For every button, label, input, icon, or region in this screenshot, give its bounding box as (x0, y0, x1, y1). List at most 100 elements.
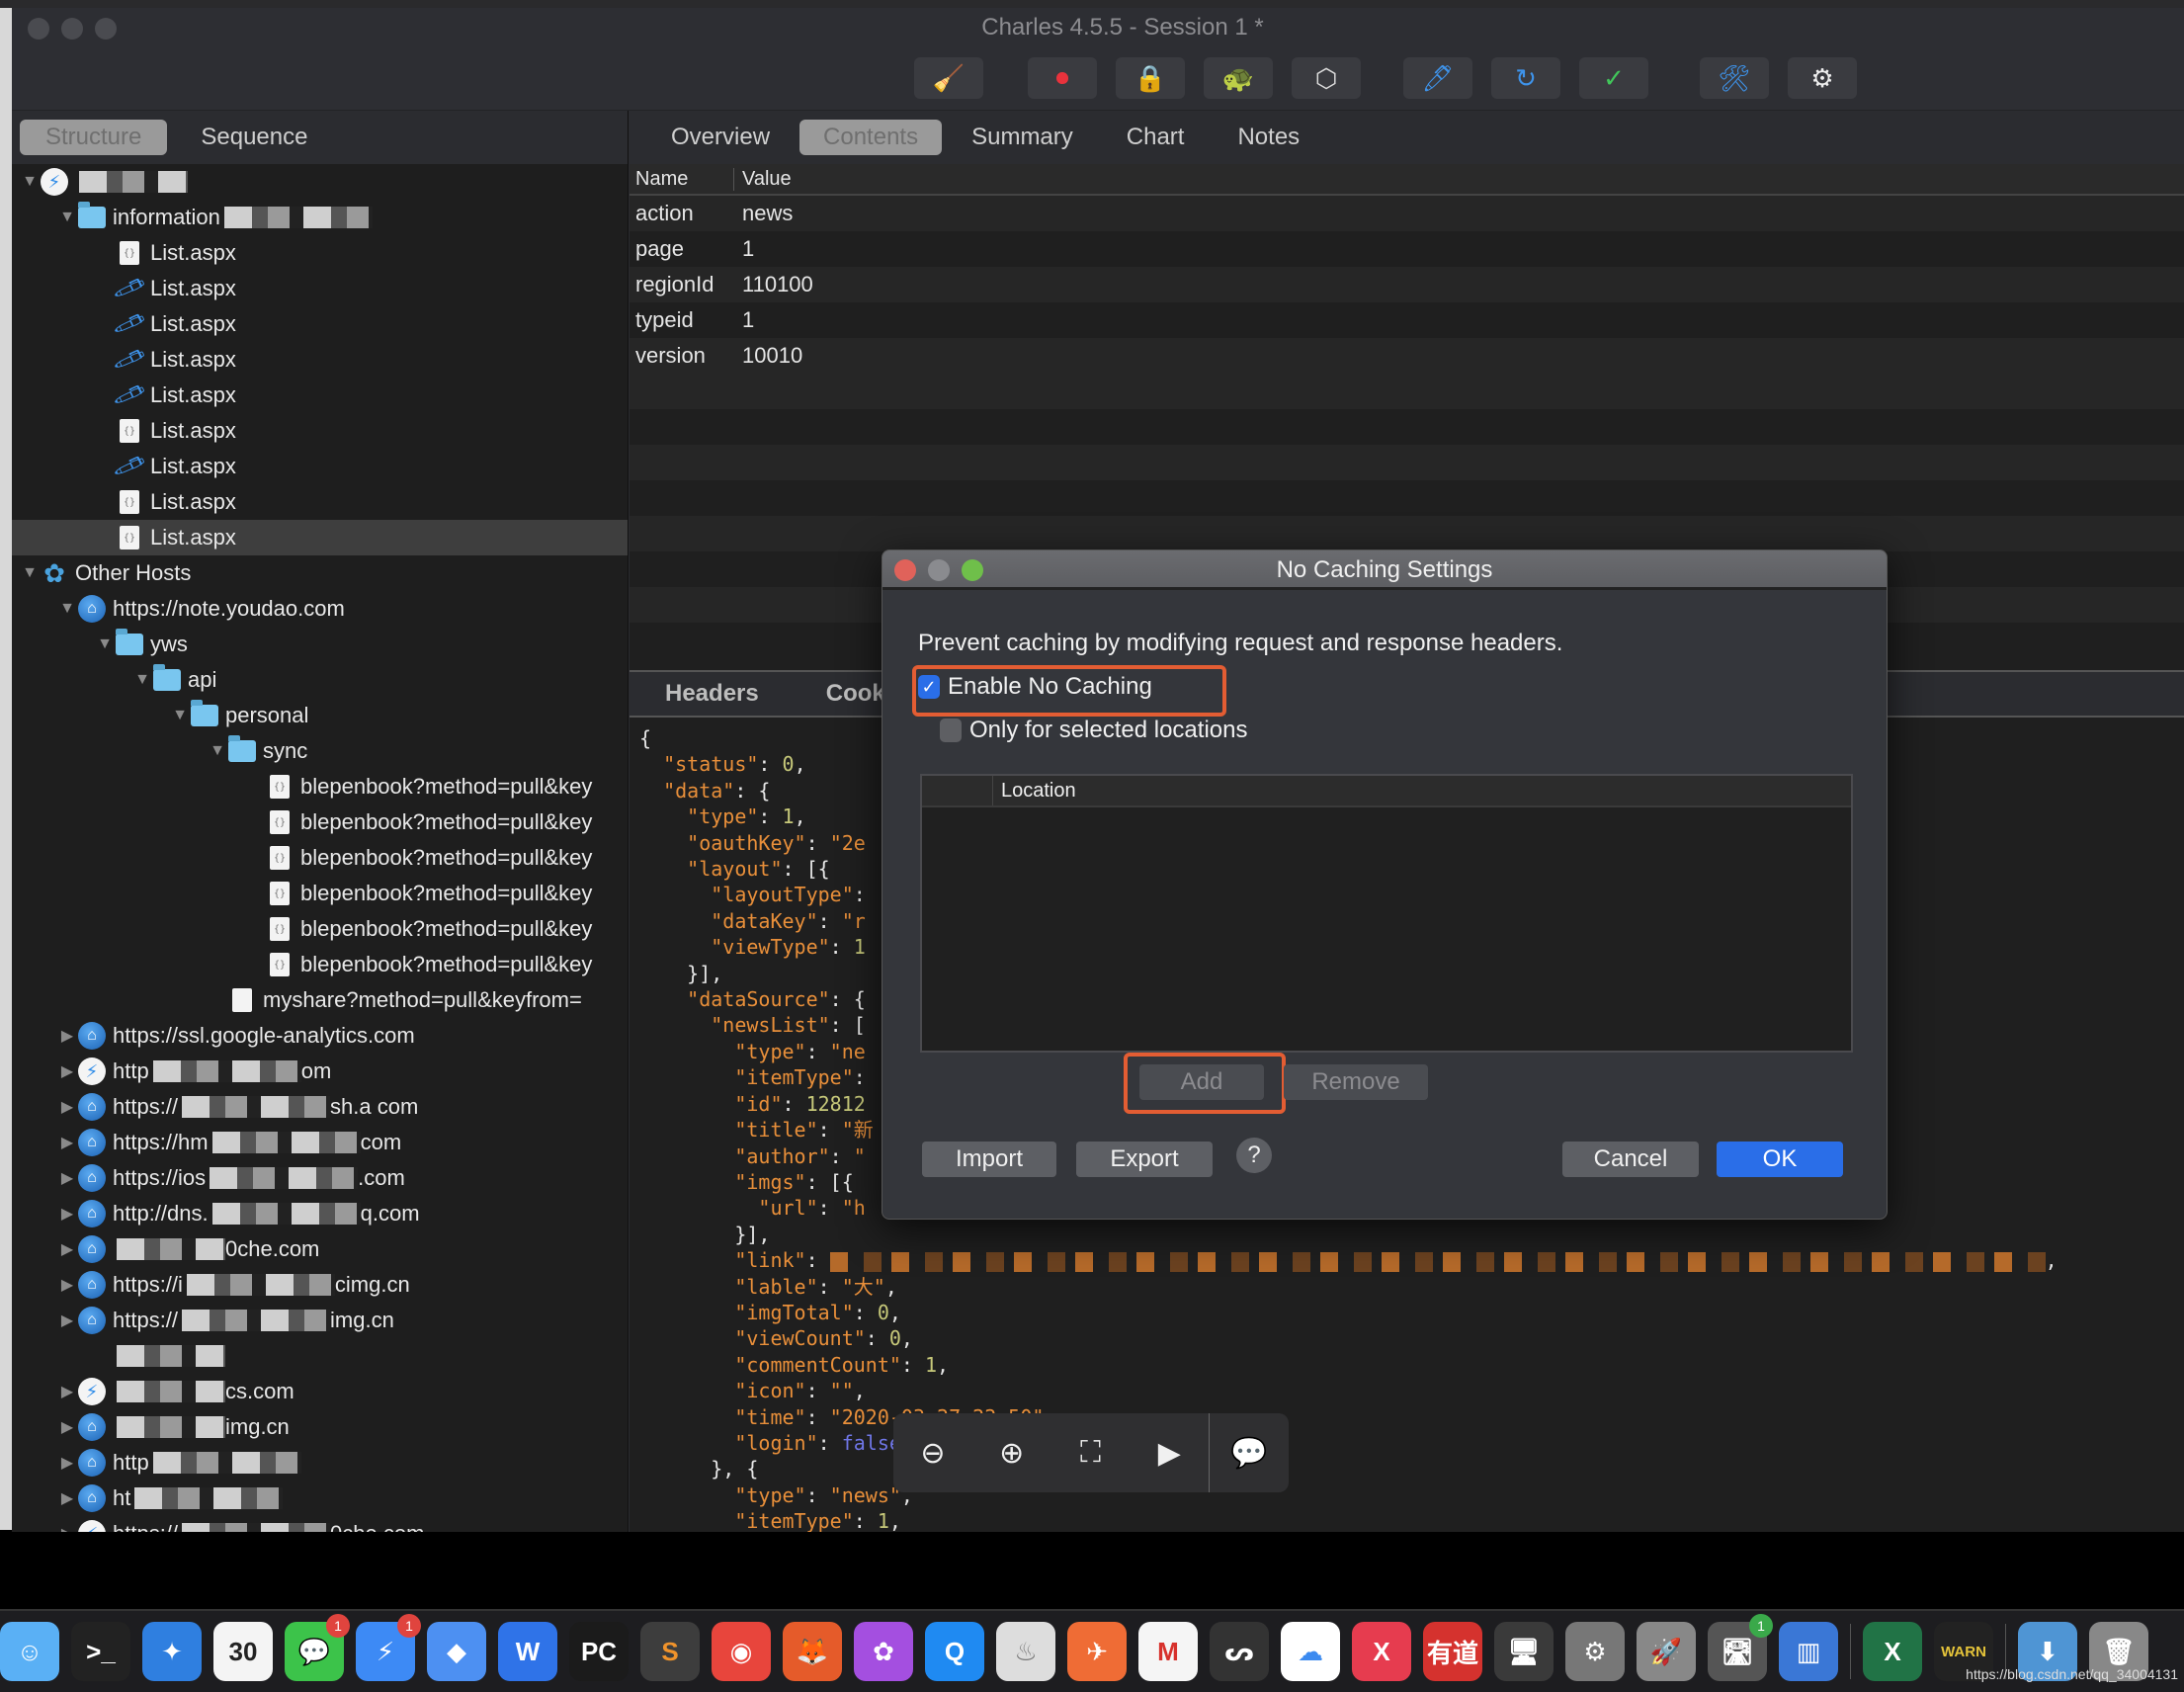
tree-item[interactable]: ▶⚡ https:// 0che.com (12, 1516, 628, 1532)
dock-app-wps[interactable]: W (498, 1622, 557, 1681)
dock-app-excel[interactable]: X (1863, 1622, 1922, 1681)
fullscreen-button[interactable]: ⛶ (1051, 1413, 1131, 1492)
zoom-out-button[interactable]: ⊖ (893, 1413, 972, 1492)
disclosure-open-icon[interactable]: ▼ (95, 635, 115, 653)
enable-no-caching-checkbox[interactable]: ✓ Enable No Caching (918, 673, 1152, 701)
tree-item[interactable]: ▼ api (12, 662, 628, 698)
disclosure-closed-icon[interactable]: ▶ (57, 1382, 77, 1401)
dock-app-launchpad[interactable]: 🚀 (1637, 1622, 1696, 1681)
tree-item[interactable]: ▼ information (12, 200, 628, 235)
dock-app-wechat[interactable]: 💬 1 (285, 1614, 350, 1681)
add-button[interactable]: Add (1139, 1064, 1264, 1100)
presentation-button[interactable]: ▶ (1130, 1413, 1209, 1492)
disclosure-closed-icon[interactable]: ▶ (57, 1168, 77, 1188)
tree-item[interactable]: ▶ ⌂ https://hm com (12, 1125, 628, 1160)
dock-app-postman[interactable]: ✈ (1067, 1622, 1127, 1681)
cancel-button[interactable]: Cancel (1562, 1142, 1699, 1177)
disclosure-closed-icon[interactable]: ▶ (57, 1097, 77, 1117)
zoom-in-button[interactable]: ⊕ (972, 1413, 1051, 1492)
tab-chart[interactable]: Chart (1103, 120, 1209, 155)
tree-item[interactable]: ▶ ⌂ img.cn (12, 1409, 628, 1445)
disclosure-closed-icon[interactable]: ▶ (57, 1061, 77, 1081)
toolbar-button[interactable]: ↻ (1491, 57, 1560, 99)
dock-app-safari[interactable]: ✦ (142, 1622, 202, 1681)
tree-item[interactable]: 🖊 List.aspx (12, 342, 628, 378)
tree-item[interactable]: 🖊 List.aspx (12, 271, 628, 306)
disclosure-open-icon[interactable]: ▼ (208, 742, 227, 760)
comment-button[interactable]: 💬 (1210, 1413, 1289, 1492)
disclosure-closed-icon[interactable]: ▶ (57, 1453, 77, 1473)
import-button[interactable]: Import (922, 1142, 1056, 1177)
tree-item[interactable]: {} blepenbook?method=pull&key (12, 876, 628, 911)
tree-item[interactable]: ▶ ⌂ 0che.com (12, 1231, 628, 1267)
export-button[interactable]: Export (1076, 1142, 1213, 1177)
tree-item[interactable]: ▶ ⌂ https:// sh.a com (12, 1089, 628, 1125)
tree-item[interactable]: ▶ ⌂ https://ssl.google-analytics.com (12, 1018, 628, 1054)
tree-item[interactable]: ▶ ⌂ https:// img.cn (12, 1303, 628, 1338)
tab-contents[interactable]: Contents (799, 120, 943, 155)
disclosure-closed-icon[interactable]: ▶ (57, 1311, 77, 1330)
toolbar-button[interactable]: 🐢 (1204, 57, 1273, 99)
tree-item[interactable]: {} blepenbook?method=pull&key (12, 947, 628, 982)
dock-app-tunnel[interactable]: 🛣 1 (1708, 1614, 1773, 1681)
param-row[interactable]: regionId 110100 (630, 267, 2184, 302)
tab-summary[interactable]: Summary (948, 120, 1097, 155)
value-column-header[interactable]: Value (734, 168, 792, 191)
tree-item[interactable]: ▼ yws (12, 627, 628, 662)
toolbar-button[interactable]: 🖊 (1403, 57, 1472, 99)
param-row[interactable]: typeid 1 (630, 302, 2184, 338)
disclosure-closed-icon[interactable]: ▶ (57, 1275, 77, 1295)
tab-sequence[interactable]: Sequence (175, 120, 333, 155)
tree-item[interactable]: ▼ ⚡ (12, 164, 628, 200)
disclosure-closed-icon[interactable]: ▶ (57, 1417, 77, 1437)
disclosure-open-icon[interactable]: ▼ (132, 671, 152, 689)
disclosure-open-icon[interactable]: ▼ (170, 707, 190, 724)
ok-button[interactable]: OK (1717, 1142, 1843, 1177)
locations-table[interactable]: Location (920, 774, 1853, 1053)
disclosure-closed-icon[interactable]: ▶ (57, 1488, 77, 1508)
tree-item[interactable]: {} List.aspx (12, 520, 628, 555)
tree-item[interactable]: {} blepenbook?method=pull&key (12, 911, 628, 947)
tree-item[interactable]: 🖊 List.aspx (12, 449, 628, 484)
dock-app-qq-browser[interactable]: Q (925, 1622, 984, 1681)
dock-app-baidu-netdisk[interactable]: ☁ (1281, 1622, 1340, 1681)
disclosure-closed-icon[interactable]: ▶ (57, 1133, 77, 1152)
remove-button[interactable]: Remove (1284, 1064, 1428, 1100)
param-row[interactable]: version 10010 (630, 338, 2184, 374)
dock-app-system-preferences[interactable]: ⚙ (1565, 1622, 1625, 1681)
param-row[interactable]: action news (630, 196, 2184, 231)
disclosure-closed-icon[interactable]: ▶ (57, 1204, 77, 1224)
name-column-header[interactable]: Name (630, 167, 734, 191)
location-column-header[interactable]: Location (993, 780, 1076, 803)
param-row[interactable]: page 1 (630, 231, 2184, 267)
dock-app-terminal[interactable]: >_ (71, 1622, 130, 1681)
dock-app-chrome[interactable]: ◉ (712, 1622, 771, 1681)
tab-notes[interactable]: Notes (1214, 120, 1323, 155)
tree-item[interactable]: {} List.aspx (12, 235, 628, 271)
tree-item[interactable]: ▶ ⚡ cs.com (12, 1374, 628, 1409)
dock-app-feishu[interactable]: ◆ (427, 1622, 486, 1681)
dock-app-screens[interactable]: 🖥 (1494, 1622, 1554, 1681)
dock-app-parallels[interactable]: ▥ (1779, 1622, 1838, 1681)
tree-item[interactable]: ▶ ⌂ ht (12, 1480, 628, 1516)
toolbar-button[interactable]: ⏺ (1028, 57, 1097, 99)
toolbar-button[interactable]: 🧹 (914, 57, 983, 99)
tree-item[interactable]: 🖊 List.aspx (12, 306, 628, 342)
tree-item[interactable]: {} blepenbook?method=pull&key (12, 769, 628, 804)
dock-app-dingtalk[interactable]: ⚡ 1 (356, 1614, 421, 1681)
dock-app-pinwheel[interactable]: ✿ (854, 1622, 913, 1681)
toolbar-button[interactable]: ⚙ (1788, 57, 1857, 99)
tree-item[interactable]: {} List.aspx (12, 413, 628, 449)
only-selected-locations-checkbox[interactable]: Only for selected locations (940, 717, 1247, 744)
disclosure-open-icon[interactable]: ▼ (57, 209, 77, 226)
dock-app-firefox[interactable]: 🦊 (783, 1622, 842, 1681)
tree-item[interactable]: ▶ ⌂ http (12, 1445, 628, 1480)
tree-item[interactable]: {} blepenbook?method=pull&key (12, 804, 628, 840)
toolbar-button[interactable]: ⬡ (1292, 57, 1361, 99)
tree-item[interactable]: {} blepenbook?method=pull&key (12, 840, 628, 876)
tree-item[interactable]: {} List.aspx (12, 484, 628, 520)
tree-item[interactable]: ▼ personal (12, 698, 628, 733)
help-button[interactable]: ? (1236, 1138, 1272, 1173)
tree-item[interactable] (12, 1338, 628, 1374)
tree-item[interactable]: ▶ ⚡ http om (12, 1054, 628, 1089)
